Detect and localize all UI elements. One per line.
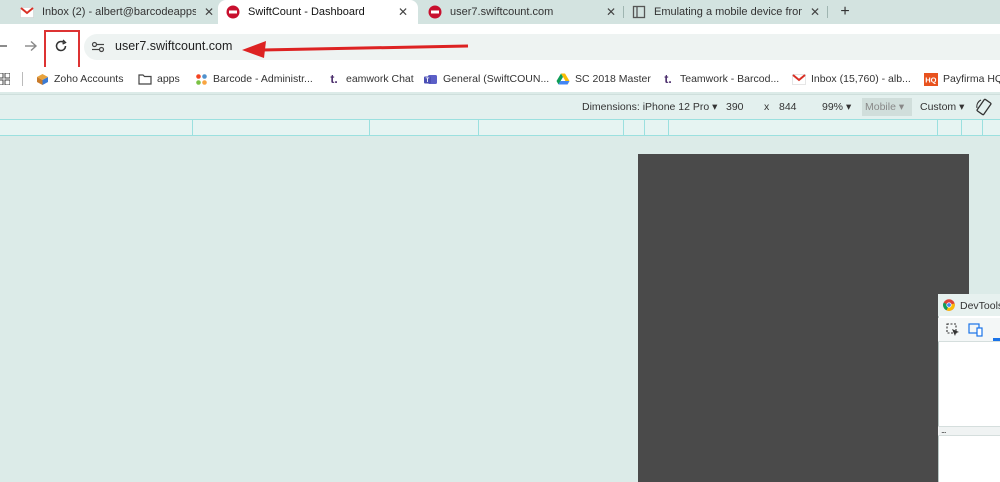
media-query-ruler [0, 119, 1000, 136]
url-text[interactable]: user7.swiftcount.com [115, 39, 232, 53]
tab-user7-swiftcount[interactable]: user7.swiftcount.com ✕ [428, 0, 618, 24]
tab-title: Emulating a mobile device from [654, 6, 802, 18]
bookmark-general-swiftcount[interactable]: T General (SwiftCOUN... [424, 71, 549, 87]
emulated-device-viewport[interactable] [638, 154, 969, 482]
annotation-arrow [242, 41, 469, 58]
ruler-tick [192, 119, 193, 136]
tab-inbox[interactable]: Inbox (2) - albert@barcodeapps ✕ [20, 0, 216, 24]
chevron-down-icon: ▾ [959, 101, 965, 113]
bookmarks-divider [22, 72, 23, 86]
bookmark-label: SC 2018 Master [575, 73, 651, 85]
bookmark-label: Payfirma HQ [943, 73, 1000, 85]
new-tab-button[interactable]: + [835, 2, 855, 22]
inspect-element-icon[interactable] [946, 323, 960, 337]
zoho-icon [35, 72, 49, 86]
ruler-tick [623, 119, 624, 136]
chrome-icon [943, 299, 955, 311]
tab-divider [827, 6, 828, 18]
gmail-icon [792, 72, 806, 86]
bookmark-label: eamwork Chat [346, 73, 414, 85]
devtools-drawer-divider [938, 426, 1000, 436]
gmail-icon [20, 5, 34, 19]
chevron-down-icon: ▾ [712, 101, 718, 113]
hq-icon: HQ [924, 72, 938, 86]
ruler-tick [961, 119, 962, 136]
ruler-tick [644, 119, 645, 136]
back-arrow-icon[interactable] [0, 36, 10, 56]
drive-icon [556, 72, 570, 86]
tab-title: Inbox (2) - albert@barcodeapps [42, 6, 196, 18]
devtools-title: DevTools [960, 300, 1000, 312]
teamwork-icon: t. [330, 72, 338, 86]
bookmark-inbox[interactable]: Inbox (15,760) - alb... [792, 71, 911, 87]
swiftcount-icon [226, 5, 240, 19]
ruler-tick [369, 119, 370, 136]
zoom-select[interactable]: 99% ▾ [822, 101, 851, 113]
throttle-select[interactable]: Custom ▾ [920, 101, 964, 113]
bookmark-label: Teamwork - Barcod... [680, 73, 780, 85]
svg-text:HQ: HQ [925, 75, 936, 84]
tab-divider [623, 6, 624, 18]
rotate-icon[interactable] [976, 98, 992, 119]
more-options-icon[interactable]: ... [941, 425, 946, 435]
tab-emulating-mobile[interactable]: Emulating a mobile device from ✕ [632, 0, 822, 24]
teams-icon: T [424, 72, 438, 86]
folder-icon [138, 72, 152, 86]
close-tab-icon[interactable]: ✕ [396, 5, 410, 19]
svg-text:T: T [426, 78, 430, 84]
bookmark-teamwork-barcode[interactable]: t. Teamwork - Barcod... [661, 71, 779, 87]
swiftcount-icon [428, 5, 442, 19]
chevron-down-icon: ▾ [845, 101, 852, 113]
device-type-label: Mobile [865, 101, 896, 113]
joomla-icon [194, 72, 208, 86]
toggle-device-icon[interactable] [968, 323, 984, 337]
width-input[interactable]: 390 [726, 101, 744, 113]
close-tab-icon[interactable]: ✕ [808, 5, 822, 19]
bookmark-zoho-accounts[interactable]: Zoho Accounts [35, 71, 123, 87]
device-type-select[interactable]: Mobile ▾ [865, 101, 904, 113]
bookmark-sc-2018-master[interactable]: SC 2018 Master [556, 71, 651, 87]
ruler-tick [478, 119, 479, 136]
chevron-down-icon: ▾ [898, 101, 905, 113]
reload-highlight-box [44, 30, 80, 69]
bookmark-label: Inbox (15,760) - alb... [811, 73, 911, 85]
dimensions-label: Dimensions: iPhone 12 Pro [582, 101, 710, 113]
tab-swiftcount-dashboard[interactable]: SwiftCount - Dashboard ✕ [218, 0, 418, 24]
close-tab-icon[interactable]: ✕ [202, 5, 216, 19]
apps-grid-icon[interactable] [0, 71, 10, 87]
site-settings-icon[interactable] [91, 40, 105, 54]
close-tab-icon[interactable]: ✕ [604, 5, 618, 19]
times-separator: x [764, 101, 770, 113]
bookmark-barcode-admin[interactable]: Barcode - Administr... [194, 71, 313, 87]
ruler-tick [982, 119, 983, 136]
book-icon [632, 5, 646, 19]
forward-arrow-icon[interactable] [22, 36, 40, 56]
bookmark-label: Zoho Accounts [54, 73, 124, 85]
bookmark-label: General (SwiftCOUN... [443, 73, 550, 85]
bookmark-apps-folder[interactable]: apps [138, 71, 180, 87]
bookmark-teamwork-chat[interactable]: t. eamwork Chat [327, 71, 414, 87]
teamwork-icon: t. [664, 72, 672, 86]
active-panel-indicator [993, 338, 1000, 341]
zoom-label: 99% [822, 101, 844, 113]
ruler-tick [937, 119, 938, 136]
tab-title: SwiftCount - Dashboard [248, 6, 365, 18]
bookmark-label: Barcode - Administr... [213, 73, 313, 85]
throttle-label: Custom [920, 101, 957, 113]
tab-title: user7.swiftcount.com [450, 6, 554, 18]
ruler-tick [668, 119, 669, 136]
dimensions-select[interactable]: Dimensions: iPhone 12 Pro ▾ [582, 101, 717, 113]
bookmark-label: apps [157, 73, 180, 85]
height-input[interactable]: 844 [779, 101, 797, 113]
bookmark-payfirma[interactable]: HQ Payfirma HQ [924, 71, 1000, 87]
